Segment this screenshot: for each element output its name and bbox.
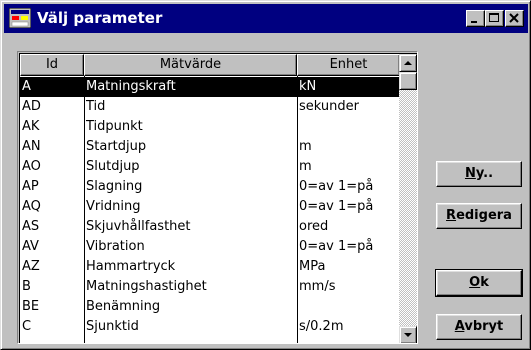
minimize-button[interactable] [466, 10, 485, 27]
cell-unit [297, 117, 400, 137]
parameter-list[interactable]: Id Mätvärde Enhet A Matningskraft kN AD Tid s… [17, 51, 418, 344]
arrow-down-icon [404, 333, 412, 337]
cell-name: Startdjup [86, 139, 147, 154]
list-item[interactable]: B Matningshastighet mm/s [20, 277, 400, 297]
cell-unit: 0=av 1=på [299, 239, 374, 254]
close-button[interactable] [505, 10, 524, 27]
column-header-id[interactable]: Id [20, 54, 84, 76]
cell-unit [297, 297, 400, 317]
maximize-icon [489, 13, 499, 22]
scroll-down-button[interactable] [399, 326, 417, 343]
new-button-mnemonic: N [464, 166, 476, 181]
cell-name: Tidpunkt [86, 119, 143, 134]
cell-unit: m [299, 139, 312, 154]
maximize-button[interactable] [485, 10, 504, 27]
list-item[interactable]: AZ Hammartryck MPa [20, 257, 400, 277]
cell-name: Vridning [86, 199, 141, 214]
list-item[interactable]: AS Skjuvhållfasthet ored [20, 217, 400, 237]
new-button[interactable]: Ny.. [436, 161, 522, 187]
edit-button-mnemonic: R [446, 208, 457, 223]
cell-id: AK [22, 119, 40, 134]
cell-name: Hammartryck [86, 259, 176, 274]
cell-name: Skjuvhållfasthet [86, 219, 191, 234]
cell-id: AD [22, 99, 41, 114]
window-title: Välj parameter [37, 9, 163, 27]
app-icon [8, 7, 32, 29]
cell-unit: s/0.2m [299, 319, 344, 334]
column-divider [297, 76, 298, 343]
cell-name: Benämning [86, 299, 161, 314]
cell-name: Vibration [86, 239, 145, 254]
list-item[interactable]: C Sjunktid s/0.2m [20, 317, 400, 337]
ok-button-mnemonic: O [469, 275, 481, 290]
cell-id: AO [22, 159, 41, 174]
edit-button[interactable]: Redigera [436, 203, 522, 229]
cell-unit: MPa [299, 259, 326, 274]
cell-id: AZ [22, 259, 40, 274]
cancel-button-mnemonic: A [454, 319, 465, 334]
cell-unit: 0=av 1=på [299, 199, 374, 214]
close-icon [509, 13, 519, 23]
cell-name: Matningskraft [86, 79, 176, 94]
cell-name: Slutdjup [86, 159, 140, 174]
list-header: Id Mätvärde Enhet [20, 54, 400, 76]
cancel-button-label: vbryt [464, 319, 504, 334]
cell-unit: kN [299, 79, 317, 94]
cell-id: B [22, 279, 31, 294]
scroll-thumb[interactable] [399, 72, 417, 90]
list-item[interactable]: AQ Vridning 0=av 1=på [20, 197, 400, 217]
arrow-up-icon [404, 61, 412, 65]
title-bar[interactable]: Välj parameter [4, 4, 528, 33]
list-item[interactable]: A Matningskraft kN [20, 77, 400, 97]
scrollbar-track[interactable] [399, 54, 417, 343]
cell-id: AV [22, 239, 39, 254]
cell-name: Sjunktid [86, 319, 139, 334]
list-item[interactable]: BE Benämning [20, 297, 400, 317]
new-button-label: y.. [475, 166, 494, 181]
ok-button-label: k [480, 275, 489, 290]
vertical-scrollbar[interactable] [399, 54, 417, 343]
list-item[interactable]: AN Startdjup m [20, 137, 400, 157]
cell-id: C [22, 319, 32, 334]
cell-name: Tid [86, 99, 106, 114]
ok-button[interactable]: Ok [435, 269, 523, 297]
column-header-matvarde[interactable]: Mätvärde [84, 54, 297, 76]
cancel-button[interactable]: Avbryt [436, 314, 522, 340]
cell-id: AQ [22, 199, 41, 214]
column-divider [84, 76, 85, 343]
cell-unit: m [299, 159, 312, 174]
dialog-window: Välj parameter Id Mätvärde Enhet A Matnin… [0, 0, 531, 350]
cell-id: BE [22, 299, 40, 314]
list-item[interactable]: AP Slagning 0=av 1=på [20, 177, 400, 197]
cell-unit: sekunder [299, 99, 359, 114]
cell-id: AS [22, 219, 40, 234]
column-header-enhet[interactable]: Enhet [297, 54, 400, 76]
cell-name: Matningshastighet [86, 279, 207, 294]
cell-unit: mm/s [299, 279, 336, 294]
list-item[interactable]: AO Slutdjup m [20, 157, 400, 177]
minimize-icon [471, 21, 477, 23]
list-item[interactable]: AD Tid sekunder [20, 97, 400, 117]
cell-id: AP [22, 179, 39, 194]
cell-unit: ored [299, 219, 329, 234]
cell-name: Slagning [86, 179, 143, 194]
cell-id: AN [22, 139, 41, 154]
edit-button-label: edigera [456, 208, 512, 223]
scroll-up-button[interactable] [399, 54, 417, 72]
cell-id: A [22, 79, 31, 94]
cell-unit: 0=av 1=på [299, 179, 374, 194]
list-item[interactable]: AK Tidpunkt [20, 117, 400, 137]
list-item[interactable]: AV Vibration 0=av 1=på [20, 237, 400, 257]
